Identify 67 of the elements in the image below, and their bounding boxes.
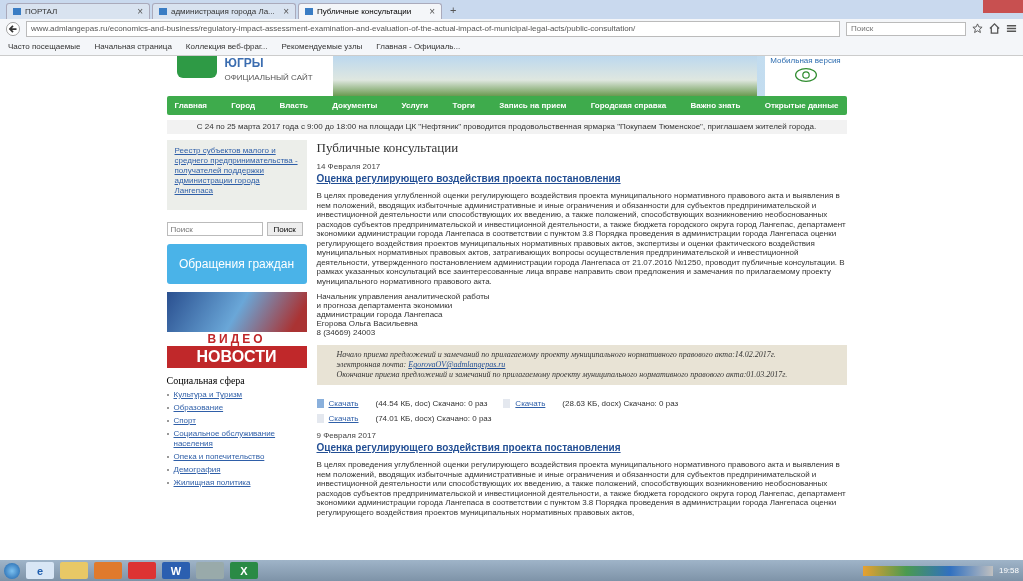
sidebar-link[interactable]: Демография — [173, 465, 221, 475]
contact-line: Начальник управления аналитической работы — [316, 292, 491, 301]
star-icon[interactable] — [972, 23, 983, 34]
page-icon — [305, 8, 313, 15]
bookmark-link[interactable]: Часто посещаемые — [8, 42, 81, 51]
bookmark-link[interactable]: Коллекция веб-фраг... — [185, 42, 268, 51]
browser-icon[interactable]: e — [26, 562, 54, 579]
site-subtitle: ОФИЦИАЛЬНЫЙ САЙТ — [224, 73, 314, 82]
sidebar-link[interactable]: Жилищная политика — [173, 478, 251, 488]
clock: 19:58 — [998, 566, 1019, 575]
download-link[interactable]: Скачать — [328, 399, 359, 408]
new-tab-button[interactable]: + — [444, 3, 463, 16]
crest-logo-icon — [176, 56, 217, 78]
bookmark-link[interactable]: Главная - Официаль... — [376, 42, 461, 51]
close-icon[interactable]: × — [137, 6, 143, 17]
article-date: 9 Февраля 2017 — [316, 431, 377, 440]
bookmark-link[interactable]: Начальная страница — [94, 42, 172, 51]
word-icon[interactable]: W — [162, 562, 190, 579]
page-icon — [13, 8, 21, 15]
email-link[interactable]: EgorovaOV@admlangepas.ru — [408, 360, 506, 369]
mobile-version-link[interactable]: Мобильная версия — [770, 56, 841, 65]
browser-tab[interactable]: Публичные консультации × — [298, 3, 442, 19]
article-date: 14 Февраля 2017 — [316, 162, 382, 171]
notice-text: Окончание приема предложений и замечаний по прилагаемому проекту муниципального нормативного правового акта:01.03.2017г. — [336, 370, 789, 380]
email-label: электронная почта: — [336, 360, 407, 369]
sidebar-link[interactable]: Спорт — [173, 416, 196, 426]
excel-icon[interactable]: X — [230, 562, 258, 579]
registry-link[interactable]: Реестр субъектов малого и среднего предпринимательства - получателей поддержки администрации города Лангепаса — [174, 146, 299, 196]
site-title: ЮГРЫ — [224, 56, 265, 70]
contact-line: 8 (34669) 24003 — [316, 328, 377, 337]
page-icon — [159, 8, 167, 15]
start-button[interactable] — [4, 562, 20, 579]
search-field[interactable]: Поиск — [166, 222, 263, 236]
notice-text: Начало приема предложений и замечаний по прилагаемому проекту муниципального нормативного правового акта:14.02.2017г. — [336, 350, 777, 360]
news-banner-label[interactable]: НОВОСТИ — [166, 346, 307, 368]
home-icon[interactable] — [989, 23, 1000, 34]
browser-tab[interactable]: администрация города Ла... × — [152, 3, 296, 19]
address-field[interactable]: www.admlangepas.ru/economics-and-business/regulatory-impact-assessment-examination-and-evaluation-of-the-actual-impact-of-municipal-legal-acts/public-consultation/ — [26, 20, 840, 37]
article-text: В целях проведения углубленной оценки регулирующего воздействия проекта муниципального нормативного правового акта и выявления в нем положений, вводящих избыточные административные и иные ограничения и обязанности для субъектов предпринимательской и инвестиционной деятельности или способствующих их введению, а также положений, способствующих возникновению необоснованных расходов субъектов предпринимательской и инвестиционной деятельности, а также бюджета городского округа город Лангепас, департамент экономики администрации города Лангепаса в соответствии с пунктом 3.8 Порядка проведения в администрации города Лангепаса оценки регулирующего воздействия проектов муниципальных нормативных правовых актов, — [316, 460, 847, 517]
announcement-text: С 24 по 25 марта 2017 года с 9:00 до 18:00 на площади ЦК "Нефтяник" проводится продовольственная ярмарка "Покупаем Тюменское", приглашаем жителей города. — [196, 122, 817, 131]
contact-line: администрации города Лангепаса — [316, 310, 444, 319]
file-info: (28.63 КБ, docx) Скачано: 0 раз — [562, 399, 679, 408]
contact-line: и прогноза департамента экономики — [316, 301, 454, 310]
search-button[interactable]: Поиск — [266, 222, 303, 236]
sidebar-link[interactable]: Опека и попечительство — [173, 452, 265, 462]
back-icon[interactable] — [6, 21, 20, 36]
sidebar-link[interactable]: Социальное обслуживание населения — [173, 429, 307, 449]
sidebar-link[interactable]: Образование — [173, 403, 224, 413]
article-title-link[interactable]: Оценка регулирующего воздействия проекта постановления — [316, 442, 847, 453]
close-icon[interactable]: × — [429, 6, 435, 17]
menu-icon[interactable] — [1006, 23, 1017, 34]
file-info: (44.54 КБ, doc) Скачано: 0 раз — [375, 399, 488, 408]
section-title: Социальная сфера — [166, 375, 246, 386]
contact-line: Егорова Ольга Васильевна — [316, 319, 419, 328]
page-title: Публичные консультации — [316, 140, 460, 156]
download-link[interactable]: Скачать — [515, 399, 546, 408]
article-title-link[interactable]: Оценка регулирующего воздействия проекта постановления — [316, 173, 847, 184]
close-icon[interactable]: × — [283, 6, 289, 17]
eye-icon[interactable] — [793, 67, 818, 83]
sidebar-link[interactable]: Культура и Туризм — [173, 390, 243, 400]
file-info: (74.01 КБ, docx) Скачано: 0 раз — [375, 414, 492, 423]
browser-tab[interactable]: ПОРТАЛ × — [6, 3, 150, 19]
file-icon — [503, 399, 511, 408]
search-field[interactable]: Поиск — [846, 21, 966, 36]
download-link[interactable]: Скачать — [328, 414, 359, 423]
article-text: В целях проведения углубленной оценки регулирующего воздействия проекта муниципального нормативного правового акта и выявления в нем положений, вводящих избыточные административные и иные ограничения и обязанности для субъектов предпринимательской и инвестиционной деятельности или способствующих их введению, а также положений, способствующих возникновению необоснованных расходов субъектов предпринимательской и инвестиционной деятельности, а также бюджета городского округа город Лангепас, департамент экономики администрации города Лангепаса в соответствии с пунктом 3.8 Порядка проведения в администрации города Лангепаса оценки регулирующего воздействия проектов муниципальных нормативных правовых актов, экспертизы и оценки фактического воздействия муниципальных нормативных правовых актов, затрагивающих вопросы осуществления предпринимательской и инвестиционной деятельности, утвержденного постановлением администрации города Лангепаса от 21.07.2016 №1250, проводит публичные консультации. В рамках указанных консультаций все заинтересованные лица вправе направить свои предложения и замечания по прилагаемому проекту муниципального нормативного правового акта. — [316, 191, 847, 286]
bookmark-link[interactable]: Рекомендуемые узлы — [281, 42, 363, 51]
